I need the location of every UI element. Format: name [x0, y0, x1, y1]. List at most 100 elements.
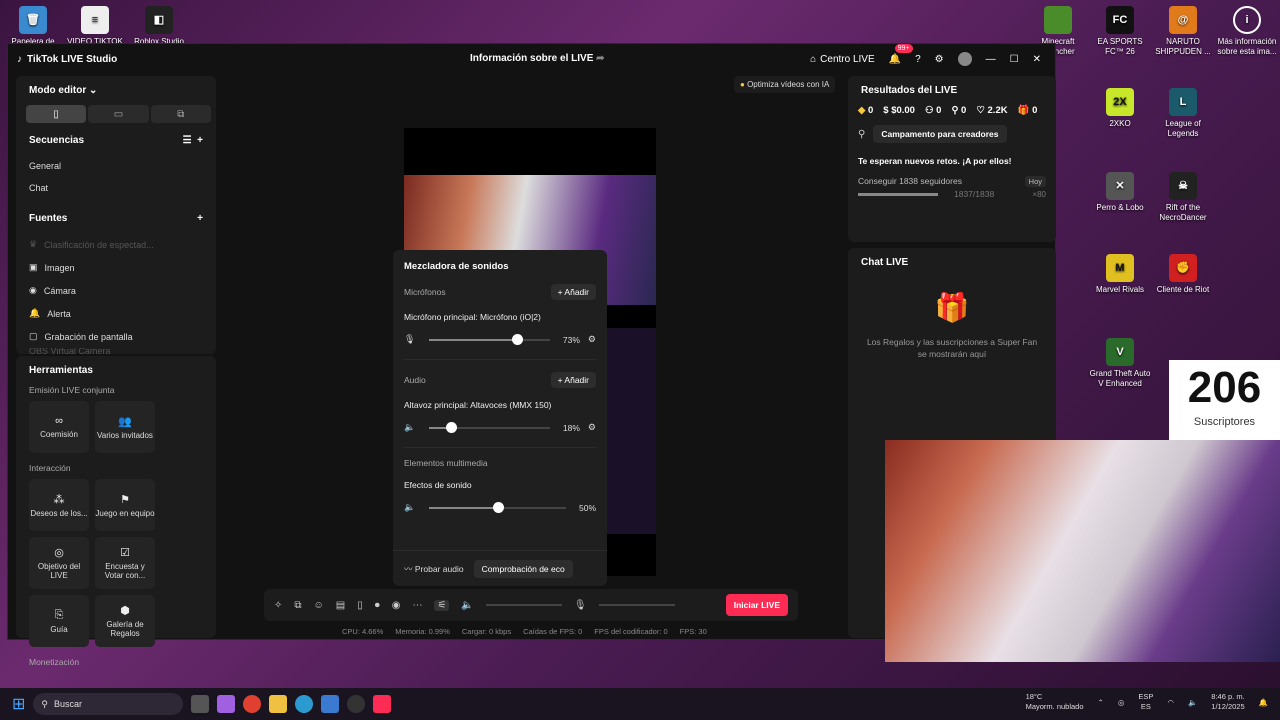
- scene-panel: Modo editor ⌄ ▯ ▭ ⧉ Secuencias ☰ + Genera…: [16, 76, 216, 356]
- naruto-icon[interactable]: @ NARUTO SHIPPUDEN ...: [1150, 6, 1216, 57]
- speaker-slider[interactable]: 🔈 18% ⚙: [393, 416, 607, 439]
- team-game-tool[interactable]: ⚑ Juego en equipo: [95, 479, 155, 531]
- share-icon[interactable]: ➦: [596, 53, 604, 64]
- task-view-icon[interactable]: [191, 695, 210, 713]
- results-stats: ◆ 0 $ $0.00 ⚇ 0 ⚲ 0 ♡ 2.2K 🎁 0: [858, 105, 1038, 116]
- necrodancer-icon[interactable]: ☠ Rift of the NecroDancer: [1150, 172, 1216, 223]
- edge-icon[interactable]: [295, 695, 314, 713]
- live-info-title[interactable]: Información sobre el LIVE: [470, 53, 593, 64]
- mixer-title: Mezcladora de sonidos: [404, 261, 509, 272]
- weather-widget[interactable]: 18°C Mayorm. nublado: [1026, 692, 1084, 712]
- settings-gear-icon[interactable]: ⚙: [935, 54, 944, 65]
- mic-slider-knob[interactable]: [512, 333, 524, 345]
- source-item[interactable]: ▣ Imagen: [16, 256, 216, 279]
- follower-goal: Conseguir 1838 seguidores: [858, 176, 962, 186]
- add-audio-button[interactable]: + Añadir: [550, 372, 596, 388]
- minimize-icon[interactable]: —: [986, 54, 996, 65]
- source-item[interactable]: ◉ Cámara: [16, 279, 216, 302]
- sound-effects-slider[interactable]: 🔈 50%: [393, 496, 607, 519]
- test-audio-button[interactable]: 〰 Probar audio: [404, 563, 464, 575]
- fx-speaker-icon: 🔈: [404, 502, 416, 512]
- mic-toggle-icon[interactable]: 🎙: [574, 600, 587, 611]
- chrome-icon[interactable]: [243, 695, 262, 713]
- stickers-icon[interactable]: ☺: [314, 600, 324, 611]
- layers-icon[interactable]: ⧉: [294, 600, 301, 611]
- phone-icon[interactable]: ▯: [357, 600, 363, 611]
- tray-chevron-icon[interactable]: ⌃: [1098, 698, 1104, 707]
- add-sequence-icon[interactable]: +: [197, 135, 203, 146]
- tiktok-logo-icon: ♪: [17, 53, 22, 65]
- volume-icon[interactable]: 🔈: [461, 600, 473, 611]
- editor-mode-dropdown[interactable]: Modo editor ⌄: [16, 76, 216, 105]
- mixer-toggle-icon[interactable]: ⚟: [434, 599, 450, 611]
- guide-tool[interactable]: ⎘ Guía: [29, 595, 89, 647]
- portrait-icon[interactable]: ▯: [26, 105, 87, 123]
- list-icon[interactable]: ☰: [183, 135, 192, 146]
- language-indicator[interactable]: ESP ES: [1138, 692, 1153, 712]
- notifications-icon[interactable]: 🔔 99+: [889, 43, 913, 65]
- app-icon[interactable]: [347, 695, 366, 713]
- wishes-tool[interactable]: ⁂ Deseos de los...: [29, 479, 89, 531]
- roblox-icon[interactable]: ◧ Roblox Studio: [126, 6, 192, 47]
- wifi-icon[interactable]: ◠: [1167, 698, 1174, 707]
- copilot-icon[interactable]: [217, 695, 236, 713]
- gta-icon[interactable]: V Grand Theft Auto V Enhanced: [1087, 338, 1153, 389]
- notification-bell-icon[interactable]: 🔔: [1259, 698, 1268, 707]
- cohost-tool[interactable]: ∞ Coemisión: [29, 401, 89, 453]
- sequence-item[interactable]: General: [16, 155, 216, 177]
- fx-slider-knob[interactable]: [492, 501, 504, 513]
- bottom-toolbar: ✧ ⧉ ☺ ▤ ▯ ⏺ ◉ ⋯ ⚟ 🔈 🎙 Iniciar LIVE: [264, 589, 798, 621]
- start-live-button[interactable]: Iniciar LIVE: [725, 594, 788, 616]
- add-mic-button[interactable]: + Añadir: [550, 284, 596, 300]
- windows-start-icon[interactable]: ⊞: [12, 694, 25, 714]
- taskbar-search[interactable]: ⚲ Buscar: [33, 693, 184, 715]
- marvel-rivals-icon[interactable]: M Marvel Rivals: [1087, 254, 1153, 295]
- close-icon[interactable]: ✕: [1033, 54, 1041, 65]
- mic-slider[interactable]: 🎙 73% ⚙: [393, 328, 607, 351]
- ea-fc-icon[interactable]: FC EA SPORTS FC™ 26: [1087, 6, 1153, 57]
- caption-icon[interactable]: ▤: [336, 600, 345, 611]
- league-icon[interactable]: L League of Legends: [1150, 88, 1216, 139]
- maximize-icon[interactable]: ☐: [1010, 54, 1019, 65]
- effects-icon[interactable]: ✧: [274, 600, 282, 611]
- fps-drop-stat: Caídas de FPS: 0: [523, 627, 583, 636]
- ai-tip[interactable]: ● Optimiza vídeos con IA: [734, 76, 836, 93]
- speaker-slider-knob[interactable]: [445, 421, 457, 433]
- source-item[interactable]: 🔔 Alerta: [16, 302, 216, 325]
- landscape-icon[interactable]: ▭: [88, 105, 149, 123]
- poll-tool[interactable]: ☑ Encuesta y Votar con...: [95, 537, 155, 589]
- gift-gallery-tool[interactable]: ⬢ Galería de Regalos: [95, 595, 155, 647]
- riot-client-icon[interactable]: ✊ Cliente de Riot: [1150, 254, 1216, 295]
- info-camera-icon[interactable]: i Más información sobre esta ima...: [1214, 6, 1280, 57]
- upload-stat: Cargar: 0 kbps: [461, 627, 512, 636]
- echo-check-button[interactable]: Comprobación de eco: [473, 559, 573, 578]
- diamond-icon: ◆: [858, 105, 866, 116]
- sequence-item[interactable]: Chat: [16, 177, 216, 199]
- 2xko-icon[interactable]: 2X 2XKO: [1087, 88, 1153, 129]
- help-icon[interactable]: ?: [915, 54, 921, 65]
- avatar[interactable]: [957, 52, 972, 66]
- speaker-tray-icon[interactable]: 🔈: [1188, 698, 1197, 707]
- screen-icon: ▢: [29, 331, 38, 341]
- viewers-icon: ⚇: [924, 105, 934, 116]
- file-explorer-icon[interactable]: [269, 695, 288, 713]
- speaker-settings-icon[interactable]: ⚙: [588, 422, 596, 433]
- clock[interactable]: 8:46 p. m. 1/12/2025: [1211, 692, 1244, 712]
- live-center-button[interactable]: ⌂ Centro LIVE: [810, 54, 875, 65]
- store-icon[interactable]: [321, 695, 340, 713]
- add-source-icon[interactable]: +: [197, 213, 203, 224]
- source-item[interactable]: ♛ Clasificación de espectad...: [16, 233, 216, 256]
- network-icon[interactable]: ◎: [1118, 698, 1125, 707]
- dual-layout-icon[interactable]: ⧉: [150, 105, 211, 123]
- record-icon[interactable]: ⏺: [375, 600, 380, 611]
- source-item[interactable]: ▢ Grabación de pantalla: [16, 325, 216, 348]
- creator-camp-button[interactable]: Campamento para creadores: [873, 125, 1007, 143]
- live-goal-tool[interactable]: ◎ Objetivo del LIVE: [29, 537, 89, 589]
- multi-guest-tool[interactable]: 👥 Varios invitados: [95, 401, 155, 453]
- more-icon[interactable]: ⋯: [412, 600, 422, 611]
- replay-icon[interactable]: ◉: [392, 600, 401, 611]
- mic-settings-icon[interactable]: ⚙: [588, 334, 596, 345]
- tiktok-live-taskbar-icon[interactable]: [373, 695, 392, 713]
- mic-meter: [598, 604, 675, 606]
- perro-lobo-icon[interactable]: ✕ Perro & Lobo: [1087, 172, 1153, 213]
